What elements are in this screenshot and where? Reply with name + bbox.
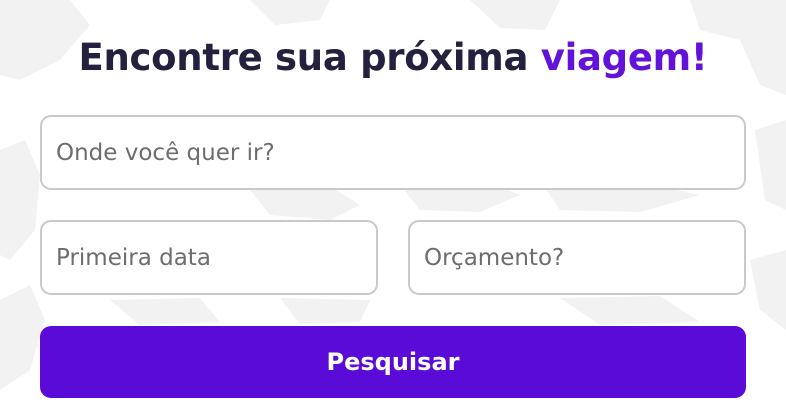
date-input[interactable] — [40, 220, 378, 295]
budget-input[interactable] — [408, 220, 746, 295]
search-card: Encontre sua próxima viagem! Pesquisar — [0, 0, 786, 404]
search-button[interactable]: Pesquisar — [40, 326, 746, 398]
title-main: Encontre sua próxima — [78, 36, 541, 79]
destination-input[interactable] — [40, 115, 746, 190]
title-accent: viagem! — [540, 36, 708, 79]
page-title: Encontre sua próxima viagem! — [0, 36, 786, 79]
